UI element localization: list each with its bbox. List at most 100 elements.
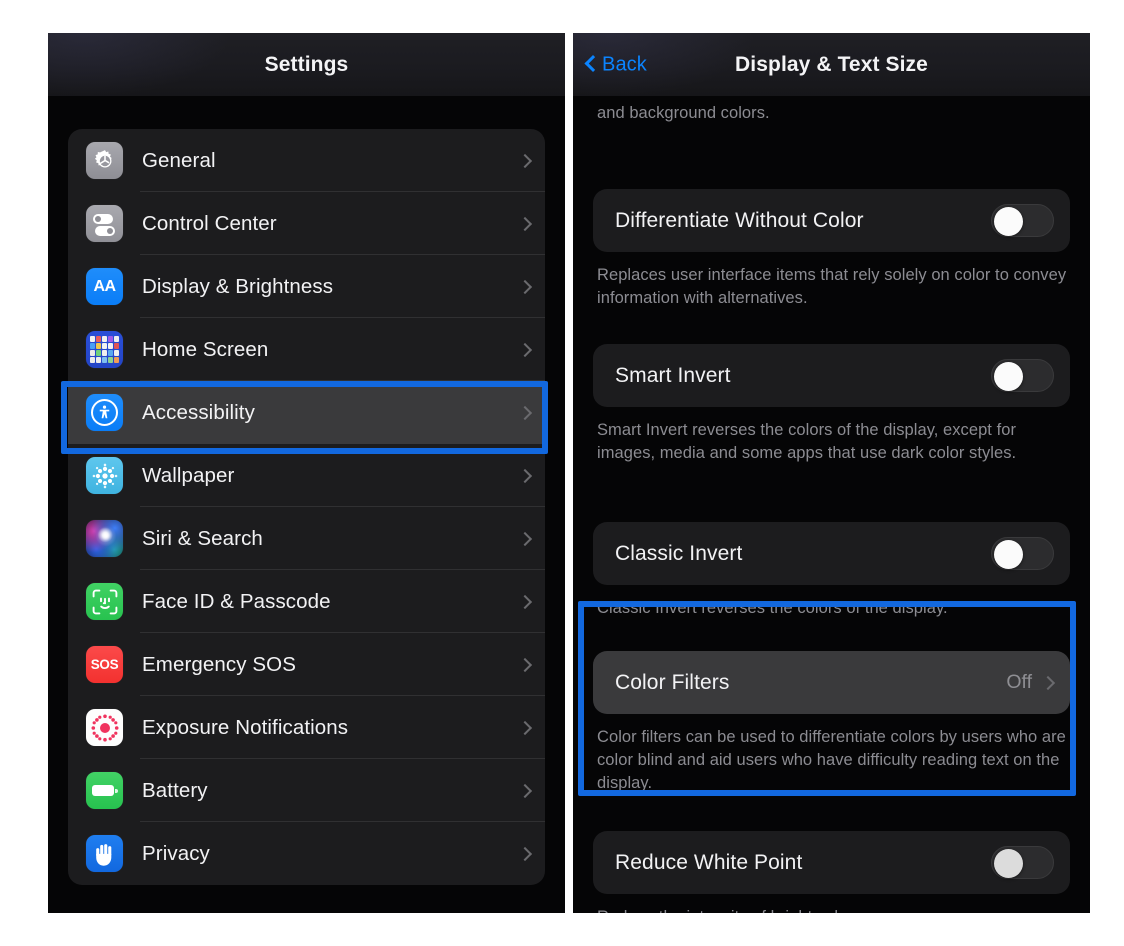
sidebar-item-wallpaper[interactable]: Wallpaper xyxy=(68,444,545,507)
row-accessory xyxy=(520,152,531,170)
sidebar-item-exposure-notifications[interactable]: Exposure Notifications xyxy=(68,696,545,759)
row-accessory xyxy=(991,846,1054,879)
footnote-color-filters: Color filters can be used to differentia… xyxy=(597,728,1066,792)
footnote-classic-invert: Classic Invert reverses the colors of th… xyxy=(597,599,948,617)
chevron-right-icon xyxy=(520,215,531,233)
sidebar-item-label: Face ID & Passcode xyxy=(142,589,331,613)
chevron-right-icon xyxy=(520,719,531,737)
row-accessory xyxy=(520,404,531,422)
row-accessory xyxy=(991,537,1054,570)
color-filters-value: Off xyxy=(1006,671,1032,693)
chevron-right-icon xyxy=(520,404,531,422)
row-accessory xyxy=(520,593,531,611)
row-accessory xyxy=(520,782,531,800)
chevron-right-icon xyxy=(520,278,531,296)
sidebar-item-control-center[interactable]: Control Center xyxy=(68,192,545,255)
row-label: Smart Invert xyxy=(615,363,731,387)
wallpaper-flower-icon xyxy=(86,457,123,494)
chevron-right-icon xyxy=(520,467,531,485)
row-accessory xyxy=(520,467,531,485)
row-accessory xyxy=(520,845,531,863)
toggle-knob xyxy=(993,206,1023,236)
footnote-reduce-white-point: Reduce the intensity of bright colors. xyxy=(597,906,1067,913)
sidebar-item-siri-search[interactable]: Siri & Search xyxy=(68,507,545,570)
settings-scroll-content[interactable]: General Control Center AA Display & Brig… xyxy=(48,96,565,913)
sidebar-item-face-id-passcode[interactable]: Face ID & Passcode xyxy=(68,570,545,633)
footnote-smart-invert: Smart Invert reverses the colors of the … xyxy=(597,421,1017,462)
toggle-knob xyxy=(993,539,1023,569)
sidebar-item-label: Privacy xyxy=(142,841,210,865)
siri-highlight xyxy=(89,523,120,554)
sidebar-item-label: General xyxy=(142,148,216,172)
siri-orb-icon xyxy=(86,520,123,557)
chevron-right-icon xyxy=(520,593,531,611)
settings-navbar: Settings xyxy=(48,33,565,97)
page-title: Display & Text Size xyxy=(735,52,928,76)
gear-icon xyxy=(86,142,123,179)
sidebar-item-accessibility[interactable]: Accessibility xyxy=(68,381,545,444)
display-brightness-aa-icon: AA xyxy=(86,268,123,305)
page-title: Settings xyxy=(264,52,349,76)
row-accessory: Off xyxy=(1006,671,1054,694)
sidebar-item-label: Exposure Notifications xyxy=(142,715,349,739)
row-reduce-white-point[interactable]: Reduce White Point xyxy=(593,831,1070,894)
sidebar-item-label: Accessibility xyxy=(142,400,255,424)
toggle-knob xyxy=(993,361,1023,391)
exposure-notifications-icon xyxy=(86,709,123,746)
classic-invert-toggle[interactable] xyxy=(991,537,1054,570)
sidebar-item-home-screen[interactable]: Home Screen xyxy=(68,318,545,381)
sos-glyph: SOS xyxy=(90,657,119,672)
sidebar-item-label: Battery xyxy=(142,778,208,802)
chevron-right-icon xyxy=(520,782,531,800)
sidebar-item-battery[interactable]: Battery xyxy=(68,759,545,822)
row-accessory xyxy=(520,656,531,674)
sidebar-item-general[interactable]: General xyxy=(68,129,545,192)
toggle-knob xyxy=(993,848,1023,878)
emergency-sos-icon: SOS xyxy=(86,646,123,683)
partial-footnote-top: and background colors. xyxy=(597,104,770,122)
sidebar-item-emergency-sos[interactable]: SOS Emergency SOS xyxy=(68,633,545,696)
privacy-hand-icon xyxy=(86,835,123,872)
sidebar-item-label: Display & Brightness xyxy=(142,274,334,298)
sidebar-item-label: Siri & Search xyxy=(142,526,263,550)
sidebar-item-label: Wallpaper xyxy=(142,463,235,487)
row-label: Reduce White Point xyxy=(615,850,803,874)
chevron-right-icon xyxy=(520,530,531,548)
row-label: Color Filters xyxy=(615,670,730,694)
row-accessory xyxy=(520,719,531,737)
control-center-icon xyxy=(86,205,123,242)
battery-tip xyxy=(115,788,118,793)
accessibility-person-icon xyxy=(86,394,123,431)
reduce-white-point-toggle[interactable] xyxy=(991,846,1054,879)
sidebar-item-label: Emergency SOS xyxy=(142,652,296,676)
row-smart-invert[interactable]: Smart Invert xyxy=(593,344,1070,407)
footnote-differentiate-without-color: Replaces user interface items that rely … xyxy=(597,266,1067,307)
row-label: Differentiate Without Color xyxy=(615,208,864,232)
smart-invert-toggle[interactable] xyxy=(991,359,1054,392)
sidebar-item-label: Home Screen xyxy=(142,337,269,361)
face-id-icon xyxy=(86,583,123,620)
differentiate-without-color-toggle[interactable] xyxy=(991,204,1054,237)
row-accessory xyxy=(520,278,531,296)
row-color-filters[interactable]: Color Filters Off xyxy=(593,651,1070,714)
display-text-size-scroll-content[interactable]: and background colors. Differentiate Wit… xyxy=(573,96,1090,913)
row-accessory xyxy=(520,530,531,548)
row-accessory xyxy=(991,204,1054,237)
row-accessory xyxy=(991,359,1054,392)
display-text-size-navbar: Back Display & Text Size xyxy=(573,33,1090,97)
row-classic-invert[interactable]: Classic Invert xyxy=(593,522,1070,585)
battery-body xyxy=(92,785,114,796)
row-differentiate-without-color[interactable]: Differentiate Without Color xyxy=(593,189,1070,252)
sidebar-item-privacy[interactable]: Privacy xyxy=(68,822,545,885)
chevron-right-icon xyxy=(520,845,531,863)
row-accessory xyxy=(520,215,531,233)
chevron-right-icon xyxy=(520,152,531,170)
aa-glyph: AA xyxy=(93,277,117,295)
row-label: Classic Invert xyxy=(615,541,743,565)
chevron-right-icon xyxy=(1043,674,1054,692)
left-phone-settings-screen: Settings General Control Center AA Displ… xyxy=(48,33,565,913)
sidebar-item-display-brightness[interactable]: AA Display & Brightness xyxy=(68,255,545,318)
right-phone-display-text-size-screen: Back Display & Text Size and background … xyxy=(573,33,1090,913)
battery-icon xyxy=(86,772,123,809)
settings-group-card: General Control Center AA Display & Brig… xyxy=(68,129,545,885)
